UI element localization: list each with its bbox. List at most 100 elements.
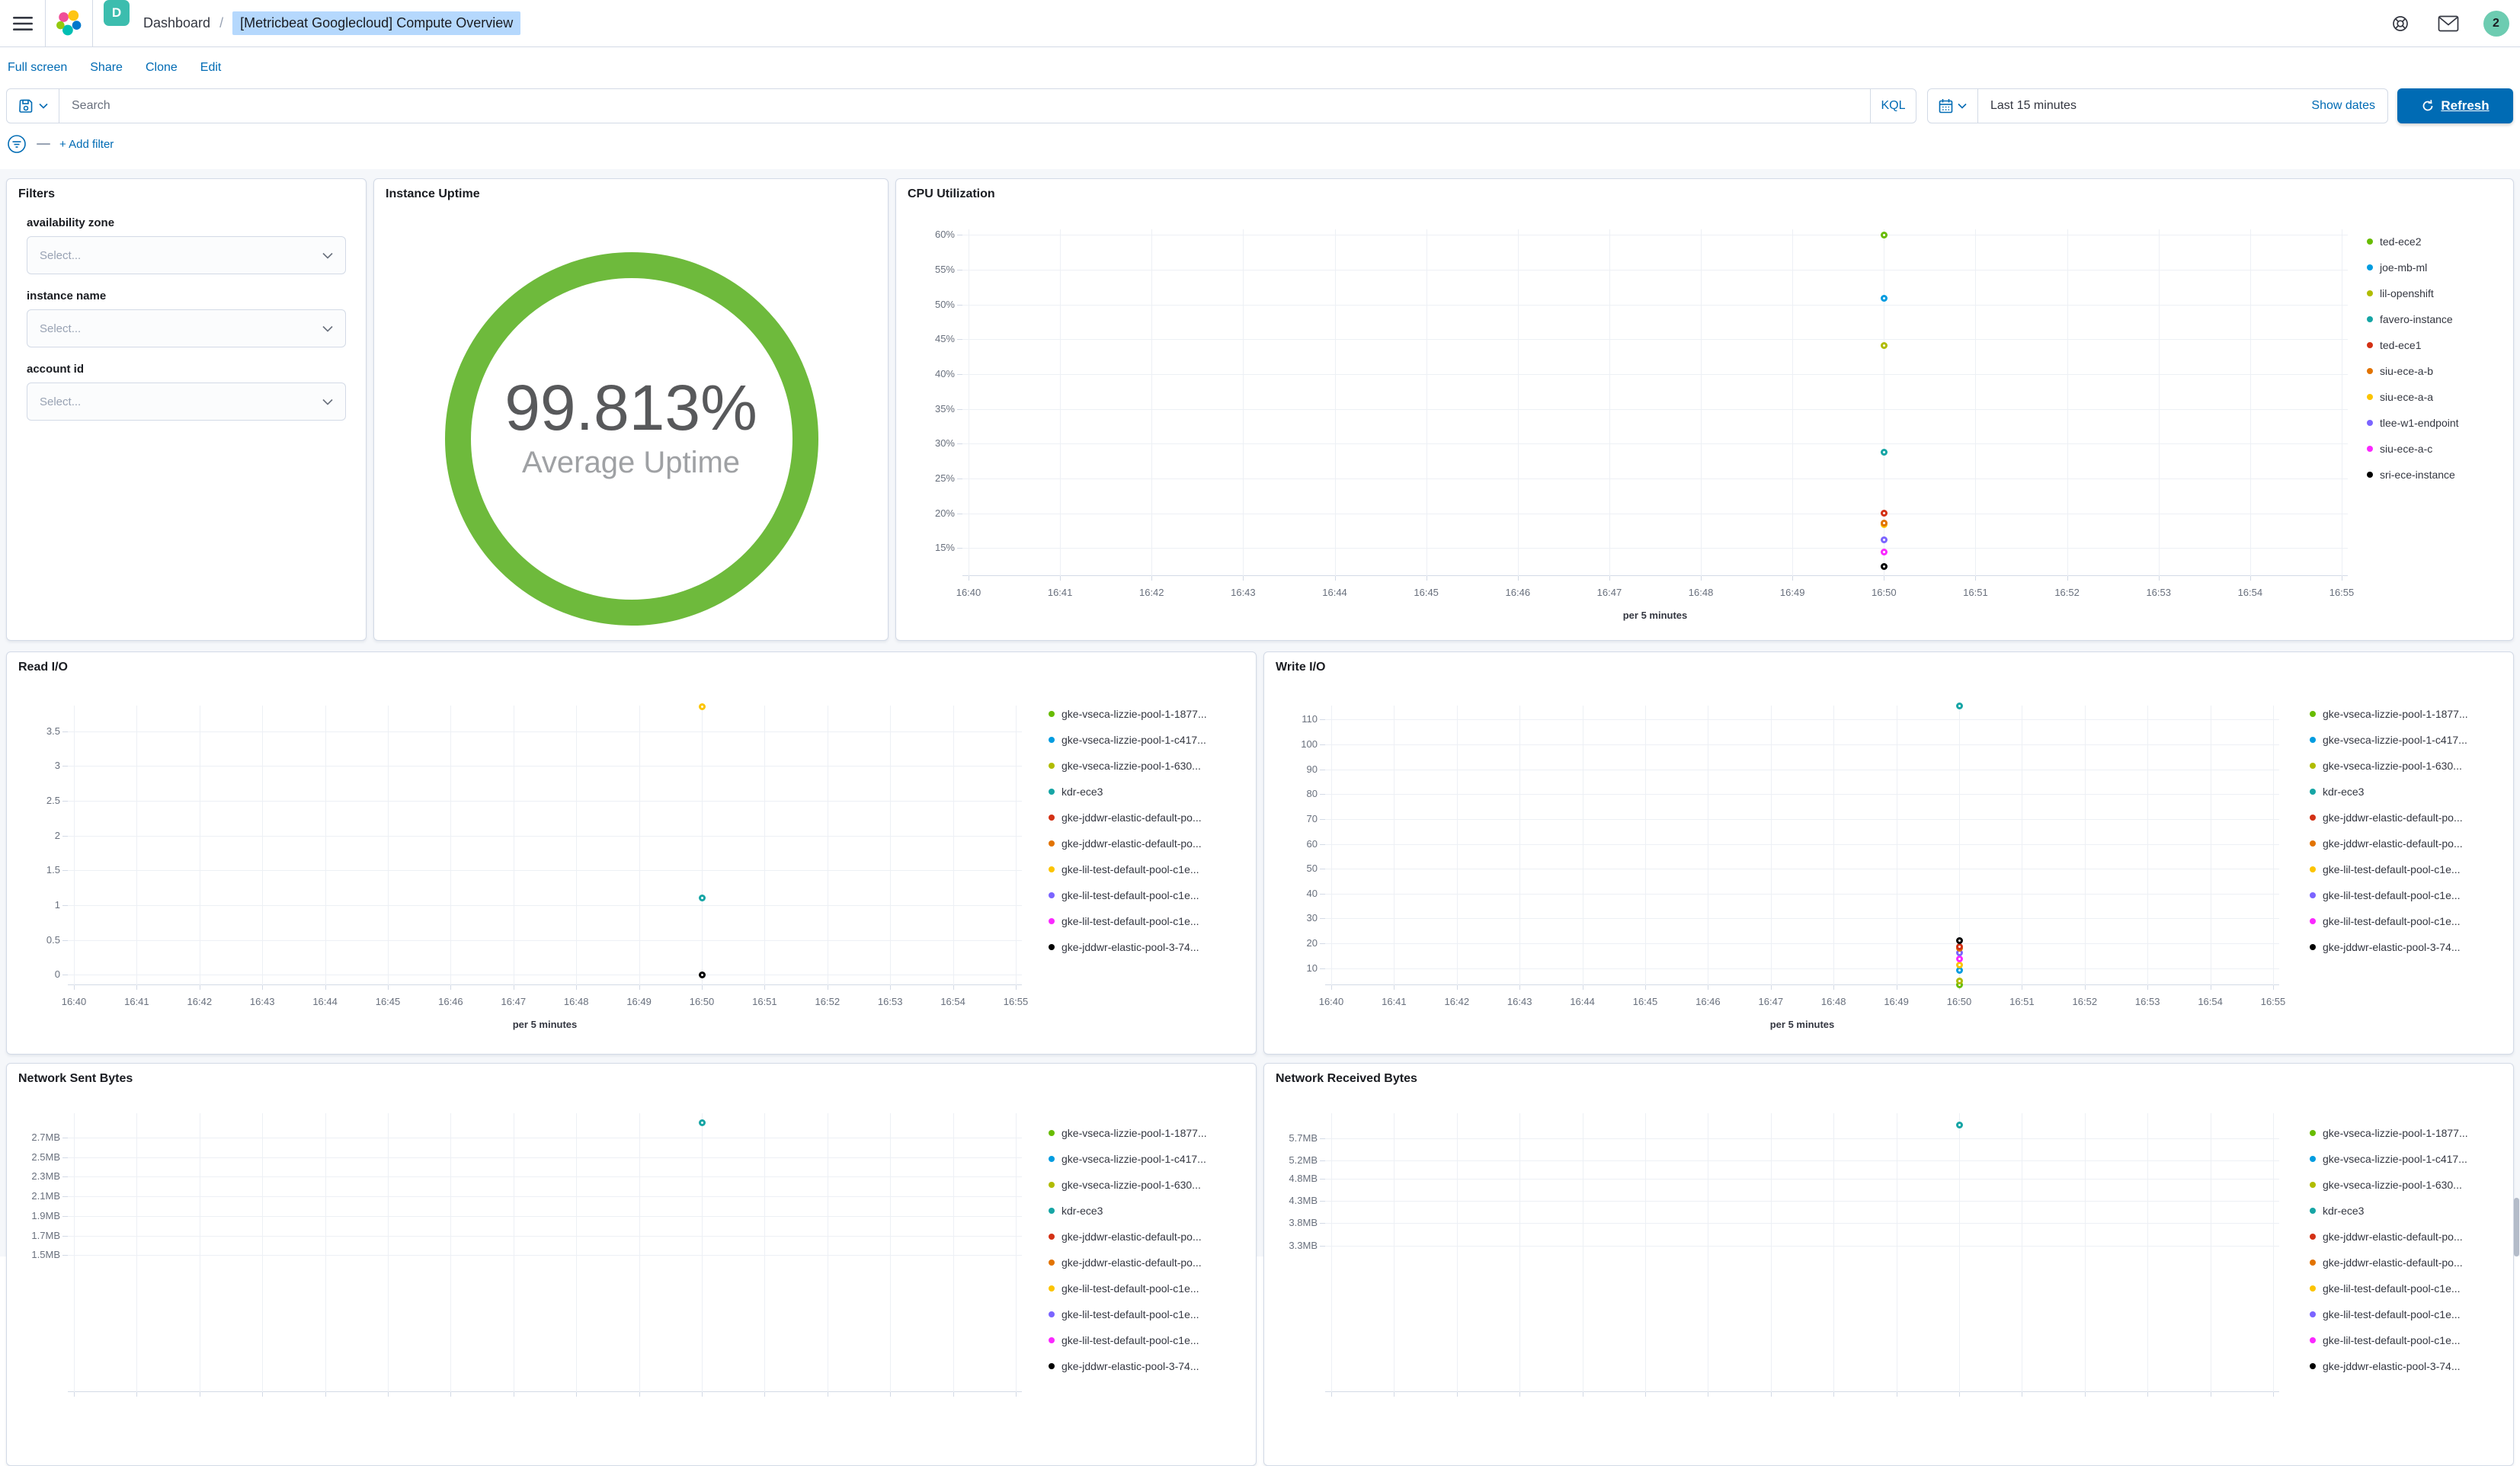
legend-item[interactable]: gke-lil-test-default-pool-c1e... bbox=[1049, 908, 1207, 934]
legend-item[interactable]: gke-lil-test-default-pool-c1e... bbox=[2310, 1301, 2468, 1327]
help-button[interactable] bbox=[2376, 0, 2424, 46]
full-screen-link[interactable]: Full screen bbox=[8, 61, 67, 75]
data-point[interactable] bbox=[1955, 1121, 1963, 1128]
legend-item[interactable]: gke-jddwr-elastic-pool-3-74... bbox=[2310, 1353, 2468, 1379]
legend-item[interactable]: gke-lil-test-default-pool-c1e... bbox=[2310, 1327, 2468, 1353]
data-point[interactable] bbox=[1880, 231, 1888, 238]
elastic-logo[interactable] bbox=[46, 0, 93, 46]
legend-item[interactable]: gke-jddwr-elastic-default-po... bbox=[2310, 1250, 2468, 1276]
legend-item[interactable]: kdr-ece3 bbox=[2310, 779, 2468, 805]
legend-item[interactable]: gke-vseca-lizzie-pool-1-630... bbox=[2310, 753, 2468, 779]
legend-item[interactable]: siu-ece-a-a bbox=[2367, 384, 2459, 410]
legend-item[interactable]: kdr-ece3 bbox=[1049, 1198, 1207, 1224]
legend-item[interactable]: gke-lil-test-default-pool-c1e... bbox=[1049, 856, 1207, 882]
legend-item[interactable]: joe-mb-ml bbox=[2367, 254, 2459, 280]
legend-item[interactable]: ted-ece2 bbox=[2367, 229, 2459, 254]
legend-item[interactable]: gke-vseca-lizzie-pool-1-630... bbox=[1049, 1172, 1207, 1198]
legend-item[interactable]: gke-lil-test-default-pool-c1e... bbox=[1049, 1327, 1207, 1353]
legend-item[interactable]: gke-vseca-lizzie-pool-1-c417... bbox=[2310, 727, 2468, 753]
account-id-select[interactable]: Select... bbox=[27, 383, 346, 421]
legend-item[interactable]: gke-lil-test-default-pool-c1e... bbox=[2310, 1276, 2468, 1301]
quick-select-button[interactable] bbox=[1928, 89, 1978, 123]
legend-item[interactable]: gke-jddwr-elastic-pool-3-74... bbox=[2310, 934, 2468, 960]
legend-item[interactable]: ted-ece1 bbox=[2367, 332, 2459, 358]
data-point[interactable] bbox=[1955, 962, 1963, 969]
saved-query-button[interactable] bbox=[6, 88, 59, 123]
data-point[interactable] bbox=[698, 703, 706, 711]
legend-item[interactable]: gke-jddwr-elastic-default-po... bbox=[1049, 1250, 1207, 1276]
legend-item[interactable]: gke-lil-test-default-pool-c1e... bbox=[1049, 1276, 1207, 1301]
legend-item[interactable]: gke-jddwr-elastic-default-po... bbox=[1049, 805, 1207, 831]
data-point[interactable] bbox=[1955, 943, 1963, 951]
legend-item[interactable]: gke-lil-test-default-pool-c1e... bbox=[1049, 882, 1207, 908]
data-point[interactable] bbox=[1880, 520, 1888, 527]
instance-name-select[interactable]: Select... bbox=[27, 309, 346, 347]
data-point[interactable] bbox=[1955, 937, 1963, 945]
data-point[interactable] bbox=[698, 1119, 706, 1127]
add-filter-button[interactable]: + Add filter bbox=[59, 138, 114, 151]
edit-link[interactable]: Edit bbox=[200, 61, 222, 75]
legend-item[interactable]: gke-jddwr-elastic-default-po... bbox=[1049, 1224, 1207, 1250]
y-axis-label: 10 bbox=[1306, 962, 1318, 974]
data-point[interactable] bbox=[1880, 536, 1888, 543]
filter-icon[interactable] bbox=[6, 133, 27, 155]
legend-item[interactable]: gke-lil-test-default-pool-c1e... bbox=[1049, 1301, 1207, 1327]
legend-item[interactable]: gke-jddwr-elastic-default-po... bbox=[2310, 805, 2468, 831]
data-point[interactable] bbox=[1880, 562, 1888, 570]
legend-item[interactable]: gke-jddwr-elastic-default-po... bbox=[2310, 831, 2468, 856]
legend-item[interactable]: gke-jddwr-elastic-default-po... bbox=[2310, 1224, 2468, 1250]
legend-item[interactable]: favero-instance bbox=[2367, 306, 2459, 332]
page-scrollbar[interactable] bbox=[2514, 1198, 2519, 1256]
legend-item[interactable]: kdr-ece3 bbox=[1049, 779, 1207, 805]
breadcrumb-dashboard-link[interactable]: Dashboard bbox=[143, 15, 210, 31]
menu-button[interactable] bbox=[0, 0, 46, 46]
data-point[interactable] bbox=[1880, 294, 1888, 302]
x-axis-label: 16:54 bbox=[2198, 996, 2223, 1007]
availability-zone-select[interactable]: Select... bbox=[27, 236, 346, 274]
chevron-down-icon bbox=[322, 325, 333, 332]
data-point[interactable] bbox=[1880, 548, 1888, 555]
legend-item[interactable]: gke-vseca-lizzie-pool-1-1877... bbox=[1049, 1120, 1207, 1146]
legend-item[interactable]: gke-vseca-lizzie-pool-1-630... bbox=[1049, 753, 1207, 779]
data-point[interactable] bbox=[1880, 342, 1888, 350]
x-tick bbox=[2273, 985, 2274, 990]
legend-label: kdr-ece3 bbox=[1061, 786, 1103, 798]
space-badge[interactable]: D bbox=[104, 0, 130, 26]
legend-item[interactable]: kdr-ece3 bbox=[2310, 1198, 2468, 1224]
newsfeed-button[interactable] bbox=[2424, 0, 2472, 46]
legend-item[interactable]: lil-openshift bbox=[2367, 280, 2459, 306]
data-point[interactable] bbox=[1955, 955, 1963, 963]
data-point[interactable] bbox=[698, 971, 706, 978]
share-link[interactable]: Share bbox=[90, 61, 123, 75]
x-tick bbox=[953, 985, 954, 990]
legend-item[interactable]: sri-ece-instance bbox=[2367, 462, 2459, 488]
clone-link[interactable]: Clone bbox=[146, 61, 178, 75]
legend-item[interactable]: gke-jddwr-elastic-pool-3-74... bbox=[1049, 934, 1207, 960]
data-point[interactable] bbox=[1955, 977, 1963, 984]
legend-item[interactable]: siu-ece-a-b bbox=[2367, 358, 2459, 384]
legend-item[interactable]: gke-jddwr-elastic-default-po... bbox=[1049, 831, 1207, 856]
y-gridline bbox=[68, 801, 1022, 802]
legend-item[interactable]: gke-vseca-lizzie-pool-1-1877... bbox=[2310, 1120, 2468, 1146]
time-range-value[interactable]: Last 15 minutes bbox=[1978, 89, 2077, 123]
legend-item[interactable]: gke-lil-test-default-pool-c1e... bbox=[2310, 856, 2468, 882]
show-dates-button[interactable]: Show dates bbox=[2311, 89, 2387, 123]
legend-item[interactable]: gke-vseca-lizzie-pool-1-1877... bbox=[1049, 701, 1207, 727]
legend-item[interactable]: gke-vseca-lizzie-pool-1-1877... bbox=[2310, 701, 2468, 727]
legend-item[interactable]: tlee-w1-endpoint bbox=[2367, 410, 2459, 436]
legend-item[interactable]: gke-vseca-lizzie-pool-1-c417... bbox=[2310, 1146, 2468, 1172]
legend-item[interactable]: gke-lil-test-default-pool-c1e... bbox=[2310, 908, 2468, 934]
data-point[interactable] bbox=[698, 895, 706, 902]
kql-button[interactable]: KQL bbox=[1870, 89, 1916, 123]
data-point[interactable] bbox=[1880, 448, 1888, 456]
legend-item[interactable]: gke-vseca-lizzie-pool-1-c417... bbox=[1049, 1146, 1207, 1172]
user-menu[interactable]: 2 bbox=[2472, 0, 2520, 46]
legend-item[interactable]: gke-vseca-lizzie-pool-1-c417... bbox=[1049, 727, 1207, 753]
search-input[interactable] bbox=[59, 89, 1870, 123]
data-point[interactable] bbox=[1955, 702, 1963, 709]
legend-item[interactable]: gke-jddwr-elastic-pool-3-74... bbox=[1049, 1353, 1207, 1379]
legend-item[interactable]: gke-vseca-lizzie-pool-1-630... bbox=[2310, 1172, 2468, 1198]
legend-item[interactable]: siu-ece-a-c bbox=[2367, 436, 2459, 462]
refresh-button[interactable]: Refresh bbox=[2397, 88, 2513, 123]
legend-item[interactable]: gke-lil-test-default-pool-c1e... bbox=[2310, 882, 2468, 908]
